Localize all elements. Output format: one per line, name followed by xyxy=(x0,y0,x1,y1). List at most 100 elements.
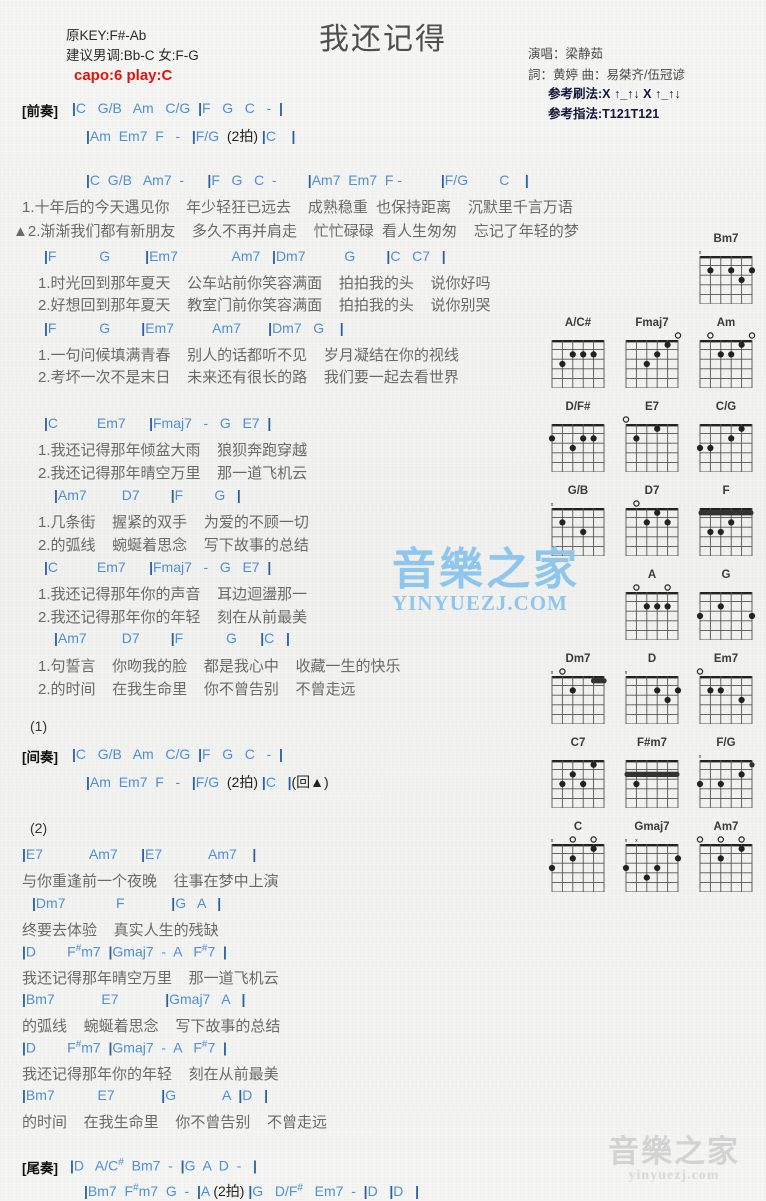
chord-diagram-grid: Bm7 x A/C# Fmaj7 Am D/F# E7 C/G G/B x D7 F A G Dm7 x Dx E… xyxy=(546,232,760,904)
chord-diagram-figure xyxy=(694,836,758,893)
chord-line: |D F#m7 |Gmaj7 - A F#7 | xyxy=(22,943,227,960)
chord-line: |Am Em7 F - |F/G (2拍) |C | xyxy=(86,128,296,144)
lyric-line: 的时间 在我生命里 你不曾告别 不曾走远 xyxy=(22,1114,328,1131)
chord-diagram-name: A xyxy=(647,569,657,581)
chord-diagram-G: G xyxy=(694,568,758,641)
lyric-line: 我还记得那年晴空万里 那一道飞机云 xyxy=(22,970,279,987)
chord-fretboard xyxy=(625,332,682,389)
lyric-line: 终要去体验 真实人生的残缺 xyxy=(22,922,219,939)
chord-diagram-F-G: F/G x xyxy=(694,736,758,809)
svg-text:x: x xyxy=(699,754,702,760)
chord-diagram-figure: x xyxy=(546,668,610,725)
chord-diagram-figure xyxy=(546,332,610,389)
chord-diagram-figure xyxy=(620,416,684,473)
chord-diagram-row: G/B x D7 F xyxy=(546,484,760,557)
chord-diagram-D: Dx xyxy=(620,652,684,725)
chord-diagram-figure xyxy=(694,668,758,725)
chord-diagram-figure xyxy=(620,752,684,809)
chord-line: |Am7 D7 |F G |C | xyxy=(54,630,290,646)
chord-diagram-E7: E7 xyxy=(620,400,684,473)
chord-diagram-Fmaj7: Fmaj7 xyxy=(620,316,684,389)
chord-fretboard xyxy=(625,500,679,557)
svg-text:x: x xyxy=(551,670,554,676)
chord-diagram-C: Cx xyxy=(546,820,610,893)
chord-diagram-row: D/F# E7 C/G xyxy=(546,400,760,473)
chord-diagram-name: F xyxy=(722,485,730,497)
section-label: [尾奏] xyxy=(22,1161,58,1176)
svg-text:x: x xyxy=(551,838,554,844)
chord-fretboard: x xyxy=(699,250,756,305)
chord-line: |C G/B Am7 - |F G C - |Am7 Em7 F - |F/G … xyxy=(86,172,529,188)
chord-diagram-name: Gmaj7 xyxy=(634,821,670,833)
chord-diagram-row: Dm7 x Dx Em7 xyxy=(546,652,760,725)
chord-fretboard: x xyxy=(551,502,605,557)
chord-fretboard xyxy=(699,332,756,389)
chord-diagram-name: Dm7 xyxy=(565,653,591,665)
chord-line: |Bm7 E7 |Gmaj7 A | xyxy=(22,991,246,1007)
lyric-line: 1.句誓言 你吻我的脸 都是我心中 收藏一生的快乐 xyxy=(38,658,401,675)
chord-line: |Bm7 F#m7 G - |A (2拍) |G D/F# Em7 - |D |… xyxy=(84,1182,419,1199)
chord-diagram-figure xyxy=(694,584,758,641)
chord-line: |Dm7 F |G A | xyxy=(32,895,222,911)
writer-credit: 詞：黄婷 曲：易桀齐/伍冠谚 xyxy=(528,68,685,82)
chord-diagram-row: Cx Gmaj7 x x Am7 xyxy=(546,820,760,893)
fingerstyle-pattern: 参考指法:T121T121 xyxy=(548,107,660,121)
capo-info: capo:6 play:C xyxy=(74,67,173,84)
chord-diagram-name: Am7 xyxy=(713,821,739,833)
key-info-block: 原KEY:F#-Ab 建议男调:Bb-C 女:F-G capo:6 play:C xyxy=(66,26,199,86)
chord-diagram-name: Am xyxy=(716,317,736,329)
chord-diagram-figure xyxy=(546,752,610,809)
chord-line: |C Em7 |Fmaj7 - G E7 | xyxy=(44,415,272,431)
chord-sheet: 我还记得 原KEY:F#-Ab 建议男调:Bb-C 女:F-G capo:6 p… xyxy=(0,0,766,1200)
chord-diagram-name: C/G xyxy=(715,401,737,413)
svg-text:x: x xyxy=(625,838,628,844)
chord-fretboard xyxy=(696,668,753,725)
chord-diagram-name: F#m7 xyxy=(636,737,668,749)
chord-diagram-name: A/C# xyxy=(564,317,592,329)
chord-fretboard xyxy=(696,592,756,641)
watermark-bottom-cn: 音樂之家 xyxy=(608,1134,740,1169)
chord-fretboard xyxy=(696,836,753,893)
chord-diagram-A: A xyxy=(620,568,684,641)
chord-diagram-name: G/B xyxy=(567,485,589,497)
chord-diagram-D7: D7 xyxy=(620,484,684,557)
chord-fretboard xyxy=(551,760,605,809)
chord-fretboard xyxy=(625,584,679,641)
chord-line: |F G |Em7 Am7 |Dm7 G |C C7 | xyxy=(44,248,446,264)
chord-diagram-figure: x xyxy=(620,668,684,725)
chord-fretboard xyxy=(696,424,753,473)
lyric-line: 我还记得那年你的年轻 刻在从前最美 xyxy=(22,1066,279,1083)
chord-diagram-D-F-: D/F# xyxy=(546,400,610,473)
credits-block: 演唱：梁静茹 詞：黄婷 曲：易桀齐/伍冠谚 xyxy=(528,44,685,86)
chord-fretboard: xx xyxy=(622,838,682,893)
lyric-line: 1.十年后的今天遇见你 年少轻狂已远去 成熟稳重 也保持距离 沉默里千言万语 xyxy=(22,199,573,216)
lyric-line: 1.我还记得那年倾盆大雨 狼狈奔跑穿越 xyxy=(38,442,308,459)
chord-diagram-figure xyxy=(620,584,684,641)
chord-diagram-figure: x xyxy=(546,836,610,893)
lyric-line: ▲2.渐渐我们都有新朋友 多久不再并肩走 忙忙碌碌 看人生匆匆 忘记了年轻的梦 xyxy=(13,223,579,240)
original-key: 原KEY:F#-Ab xyxy=(66,28,147,43)
chord-diagram-row: C7 F#m7 F/G x xyxy=(546,736,760,809)
svg-text:x: x xyxy=(699,250,702,256)
chord-diagram-figure xyxy=(694,416,758,473)
chord-diagram-name: D/F# xyxy=(565,401,591,413)
svg-text:x: x xyxy=(551,502,554,508)
chord-line: |Bm7 E7 |G A |D | xyxy=(22,1087,268,1103)
chord-diagram-figure xyxy=(620,500,684,557)
lyric-line: 1.我还记得那年你的声音 耳边迴盪那一 xyxy=(38,586,308,603)
chord-fretboard: x xyxy=(548,836,605,893)
chord-line: |D F#m7 |Gmaj7 - A F#7 | xyxy=(22,1039,227,1056)
chord-diagram-figure: x xyxy=(694,752,758,809)
suggested-key: 建议男调:Bb-C 女:F-G xyxy=(66,48,199,63)
chord-fretboard xyxy=(622,416,679,473)
chord-diagram-name: Em7 xyxy=(713,653,739,665)
lyric-line: 2.我还记得那年你的年轻 刻在从前最美 xyxy=(38,609,308,626)
section-label: [间奏] xyxy=(22,750,58,765)
lyric-line: 1.一句问候填满青春 别人的话都听不见 岁月凝结在你的视线 xyxy=(38,347,459,364)
text-line: (1) xyxy=(30,718,48,734)
chord-diagram-Bm7: Bm7 x xyxy=(694,232,758,305)
chord-fretboard xyxy=(624,760,680,809)
chord-diagram-name: E7 xyxy=(644,401,660,413)
chord-diagram-name: C xyxy=(573,821,583,833)
lyric-line: 2.好想回到那年夏天 教室门前你笑容满面 拍拍我的头 说你别哭 xyxy=(38,297,491,314)
